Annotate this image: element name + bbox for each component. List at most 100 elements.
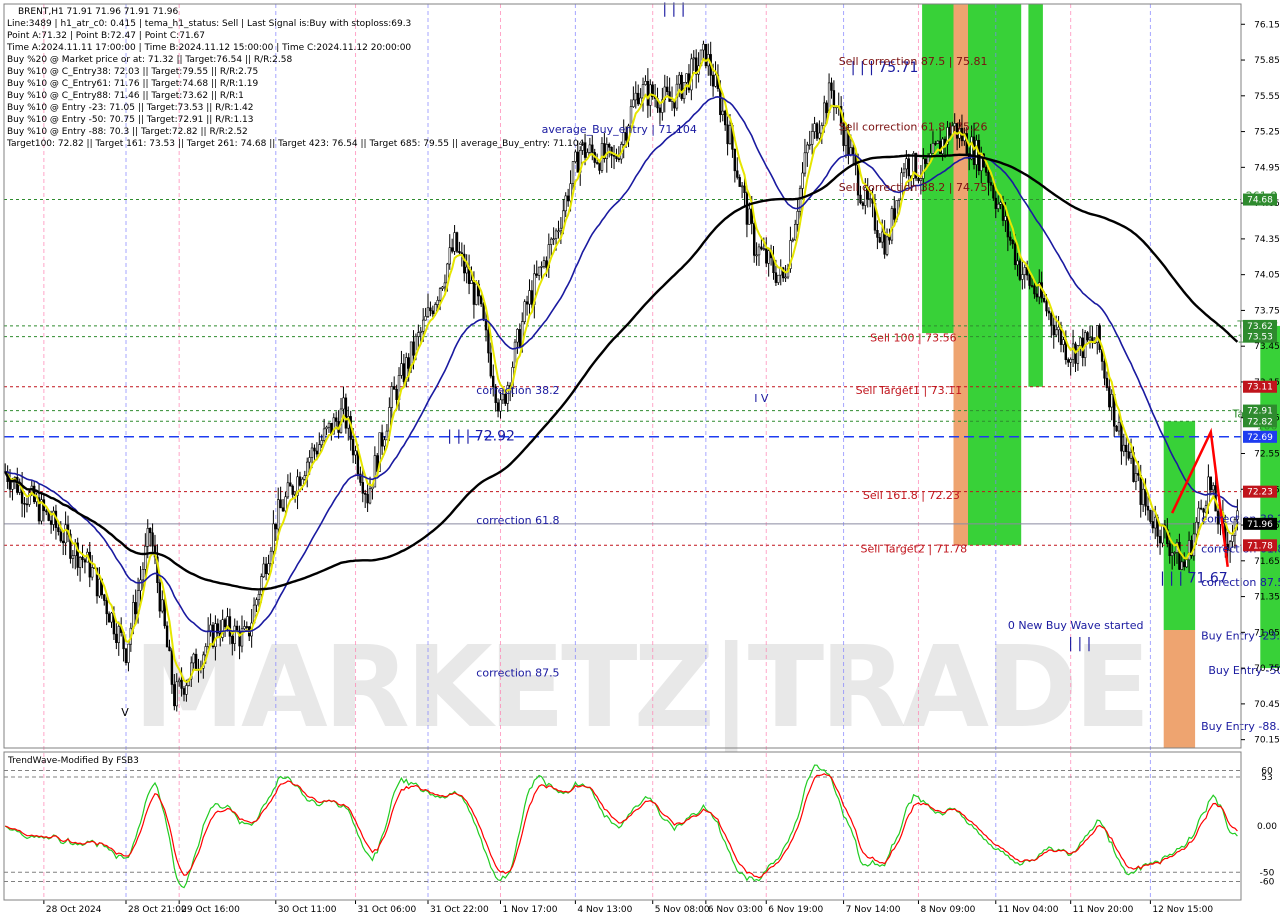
candle-body-185 xyxy=(450,247,454,252)
price-badge-label-2: 73.53 xyxy=(1247,333,1273,343)
candle-body-43 xyxy=(107,613,111,623)
candle-body-350 xyxy=(849,147,853,156)
price-badge-label-7: 72.23 xyxy=(1247,488,1273,498)
candle-body-171 xyxy=(417,332,420,337)
candle-body-65 xyxy=(161,599,164,612)
zone-box-2 xyxy=(968,4,1022,546)
candle-body-297 xyxy=(721,110,725,115)
candle-body-332 xyxy=(806,144,809,154)
candle-body-460 xyxy=(1115,425,1118,432)
candle-body-433 xyxy=(1050,312,1053,326)
candle-body-457 xyxy=(1108,387,1111,408)
candle-body-240 xyxy=(583,142,587,158)
candle-body-441 xyxy=(1069,358,1072,363)
candle-body-151 xyxy=(368,488,372,504)
candle-body-133 xyxy=(325,426,328,430)
price-badge-label-8: 71.96 xyxy=(1247,520,1273,530)
candle-body-218 xyxy=(530,290,534,305)
price-badge-label-4: 72.91 xyxy=(1247,407,1273,417)
candle-body-468 xyxy=(1134,473,1138,482)
candle-body-152 xyxy=(371,486,374,490)
candle-body-19 xyxy=(49,520,53,525)
price-tick-label-12: 72.55 xyxy=(1254,450,1280,460)
candle-body-473 xyxy=(1146,505,1150,511)
info-line-2: Time A:2024.11.11 17:00:00 | Time B:2024… xyxy=(6,43,411,53)
candle-body-106 xyxy=(260,576,263,595)
candle-body-176 xyxy=(429,307,432,312)
candle-body-182 xyxy=(443,282,447,288)
candle-body-449 xyxy=(1088,337,1092,341)
candle-body-406 xyxy=(984,166,988,173)
price-tick-label-15: 71.65 xyxy=(1254,557,1280,567)
candle-body-118 xyxy=(289,482,292,487)
candle-body-78 xyxy=(192,653,195,664)
time-tick-label-8: 5 Nov 08:00 xyxy=(655,905,710,915)
candle-body-220 xyxy=(535,273,538,276)
time-tick-label-7: 4 Nov 13:00 xyxy=(577,905,632,915)
price-badge-label-6: 72.69 xyxy=(1247,433,1273,443)
candle-body-167 xyxy=(407,357,410,369)
candle-body-127 xyxy=(310,447,314,458)
candle-body-28 xyxy=(71,555,75,559)
candle-body-424 xyxy=(1028,274,1031,286)
candle-body-456 xyxy=(1105,377,1109,388)
candle-body-42 xyxy=(105,600,108,615)
candle-body-422 xyxy=(1023,267,1027,275)
candle-body-302 xyxy=(733,149,737,172)
chart-svg: MARKETZ|TRADE | | | 75.71Sell correction… xyxy=(0,0,1280,920)
candle-body-354 xyxy=(859,194,862,204)
candle-body-495 xyxy=(1199,507,1203,510)
candle-body-260 xyxy=(632,99,635,108)
candle-body-116 xyxy=(284,496,287,512)
candle-body-364 xyxy=(883,231,886,255)
candle-body-307 xyxy=(745,192,749,225)
candle-body-500 xyxy=(1212,485,1215,491)
zone-box-1 xyxy=(953,4,968,546)
candle-body-132 xyxy=(322,428,326,441)
candle-body-367 xyxy=(890,208,894,241)
price-tick-label-20: 70.15 xyxy=(1254,736,1280,746)
candle-body-46 xyxy=(115,633,118,643)
candle-body-188 xyxy=(458,251,461,254)
candle-body-483 xyxy=(1170,552,1174,556)
candle-body-419 xyxy=(1016,260,1019,266)
price-badge-label-3: 73.11 xyxy=(1247,383,1273,393)
candle-body-461 xyxy=(1117,422,1121,432)
candle-body-494 xyxy=(1197,507,1200,523)
candle-body-174 xyxy=(424,316,427,321)
candle-body-111 xyxy=(272,523,275,552)
candle-body-401 xyxy=(972,136,976,165)
zone-box-5 xyxy=(1163,630,1196,748)
candle-body-250 xyxy=(607,144,611,148)
candle-body-227 xyxy=(552,238,555,240)
candle-body-455 xyxy=(1103,361,1106,379)
candle-body-470 xyxy=(1139,474,1142,505)
time-tick-label-10: 6 Nov 19:00 xyxy=(768,905,823,915)
annotation-label-26: | | | xyxy=(1068,636,1091,652)
candle-body-466 xyxy=(1129,452,1133,459)
candle-body-453 xyxy=(1098,325,1101,350)
info-line-1: Point A:71.32 | Point B:72.47 | Point C:… xyxy=(7,31,205,41)
candle-body-140 xyxy=(342,397,345,410)
candle-body-58 xyxy=(144,545,147,570)
candle-body-232 xyxy=(564,195,567,212)
candle-body-117 xyxy=(286,482,290,498)
candle-body-264 xyxy=(641,84,645,99)
candle-body-200 xyxy=(487,329,490,354)
candle-body-407 xyxy=(987,172,990,183)
candle-body-262 xyxy=(636,92,640,105)
annotation-label-1: Sell correction 87.5 | 75.81 xyxy=(839,55,988,68)
candle-body-243 xyxy=(591,144,594,153)
candle-body-323 xyxy=(784,276,787,279)
candle-body-425 xyxy=(1030,285,1034,287)
candle-body-213 xyxy=(518,329,522,347)
annotation-label-9: Sell Target1 | 73.11 xyxy=(856,384,963,397)
annotation-label-15: correction 61.8 xyxy=(476,514,559,527)
candle-body-328 xyxy=(796,211,799,225)
candle-body-47 xyxy=(117,626,121,643)
candle-body-486 xyxy=(1178,541,1181,570)
candle-body-235 xyxy=(571,161,575,185)
candle-body-409 xyxy=(992,185,995,199)
candle-body-122 xyxy=(298,476,302,486)
price-tick-label-2: 75.55 xyxy=(1254,92,1280,102)
